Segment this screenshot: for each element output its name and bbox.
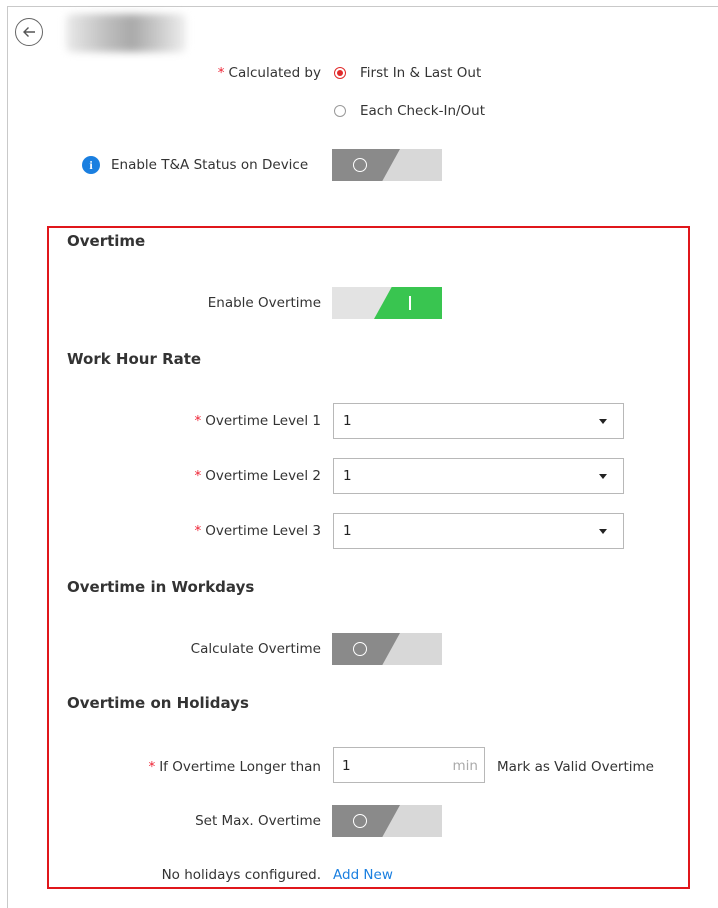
- overtime-highlight-box: [47, 226, 690, 889]
- overtime-level-2-label: * Overtime Level 2: [194, 468, 321, 484]
- radio-selected-icon[interactable]: [334, 67, 346, 79]
- overtime-level-1-select[interactable]: 1: [333, 403, 624, 439]
- set-max-overtime-toggle[interactable]: [332, 805, 442, 837]
- chevron-down-icon: [599, 529, 607, 534]
- radio-first-in-last-out[interactable]: First In & Last Out: [334, 65, 481, 81]
- chevron-down-icon: [599, 419, 607, 424]
- no-holidays-text: No holidays configured.: [161, 867, 321, 883]
- enable-overtime-toggle[interactable]: [332, 287, 442, 319]
- ta-status-toggle[interactable]: [332, 149, 442, 181]
- calculate-overtime-toggle[interactable]: [332, 633, 442, 665]
- overtime-title: Overtime: [67, 232, 146, 250]
- ta-status-label-row: i Enable T&A Status on Device: [82, 156, 308, 174]
- back-button[interactable]: [15, 18, 43, 46]
- overtime-holidays-title: Overtime on Holidays: [67, 694, 249, 712]
- overtime-level-1-label: * Overtime Level 1: [194, 413, 321, 429]
- chevron-down-icon: [599, 474, 607, 479]
- overtime-level-3-select[interactable]: 1: [333, 513, 624, 549]
- mark-valid-overtime-text: Mark as Valid Overtime: [497, 759, 654, 775]
- blurred-page-title: [66, 14, 186, 52]
- info-icon: i: [82, 156, 100, 174]
- overtime-level-2-select[interactable]: 1: [333, 458, 624, 494]
- set-max-overtime-label: Set Max. Overtime: [195, 813, 321, 829]
- add-new-link[interactable]: Add New: [333, 867, 393, 883]
- work-hour-rate-title: Work Hour Rate: [67, 350, 202, 368]
- overtime-longer-label: * If Overtime Longer than: [148, 759, 321, 775]
- enable-overtime-label: Enable Overtime: [207, 295, 321, 311]
- overtime-workdays-title: Overtime in Workdays: [67, 578, 255, 596]
- radio-unselected-icon[interactable]: [334, 105, 346, 117]
- arrow-left-icon: [23, 27, 35, 37]
- overtime-level-3-label: * Overtime Level 3: [194, 523, 321, 539]
- overtime-longer-input[interactable]: 1 min: [333, 747, 485, 783]
- calculate-overtime-label: Calculate Overtime: [190, 641, 321, 657]
- calculated-by-label: * Calculated by: [217, 65, 321, 81]
- radio-each-check-in-out[interactable]: Each Check-In/Out: [334, 103, 485, 119]
